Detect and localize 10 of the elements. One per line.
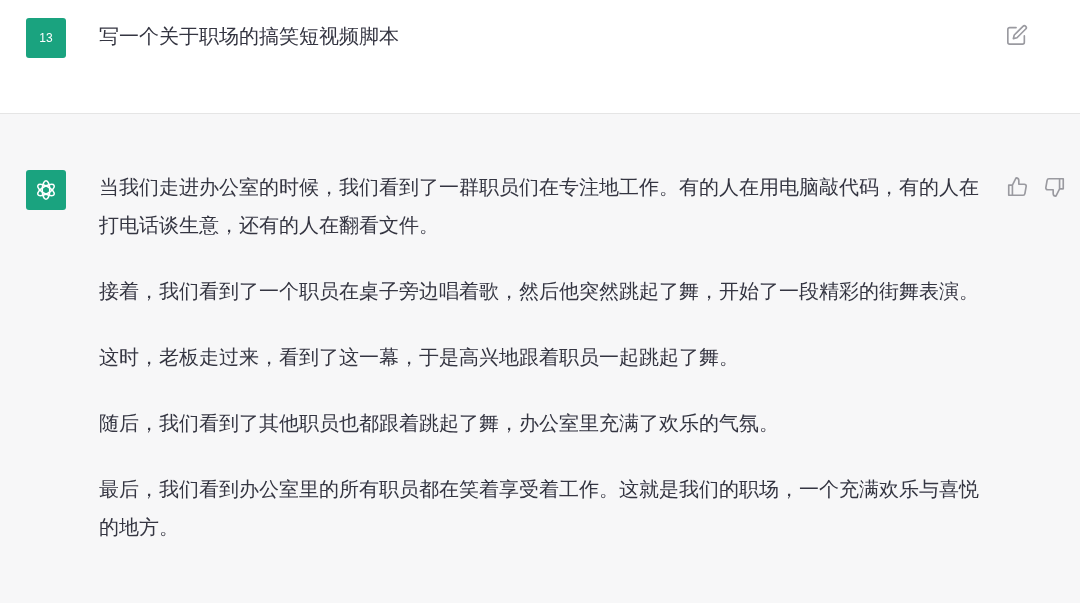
user-avatar: 13 xyxy=(26,18,66,58)
thumbs-up-icon[interactable] xyxy=(1006,176,1028,198)
user-message: 写一个关于职场的搞笑短视频脚本 xyxy=(99,23,399,50)
paragraph: 这时，老板走过来，看到了这一幕，于是高兴地跟着职员一起跳起了舞。 xyxy=(99,344,740,371)
paragraph: 当我们走进办公室的时候，我们看到了一群职员们在专注地工作。有的人在用电脑敲代码，有的人在打电话谈生意，还有的人在翻看文件。 xyxy=(99,174,979,239)
thumbs-down-icon[interactable] xyxy=(1044,176,1066,198)
paragraph: 随后，我们看到了其他职员也都跟着跳起了舞，办公室里充满了欢乐的气氛。 xyxy=(99,410,780,437)
paragraph: 最后，我们看到办公室里的所有职员都在笑着享受着工作。这就是我们的职场，一个充满欢乐与喜悦的地方。 xyxy=(99,476,979,541)
edit-icon[interactable] xyxy=(1006,24,1028,46)
paragraph: 接着，我们看到了一个职员在桌子旁边唱着歌，然后他突然跳起了舞，开始了一段精彩的街舞表演。 xyxy=(99,278,979,305)
